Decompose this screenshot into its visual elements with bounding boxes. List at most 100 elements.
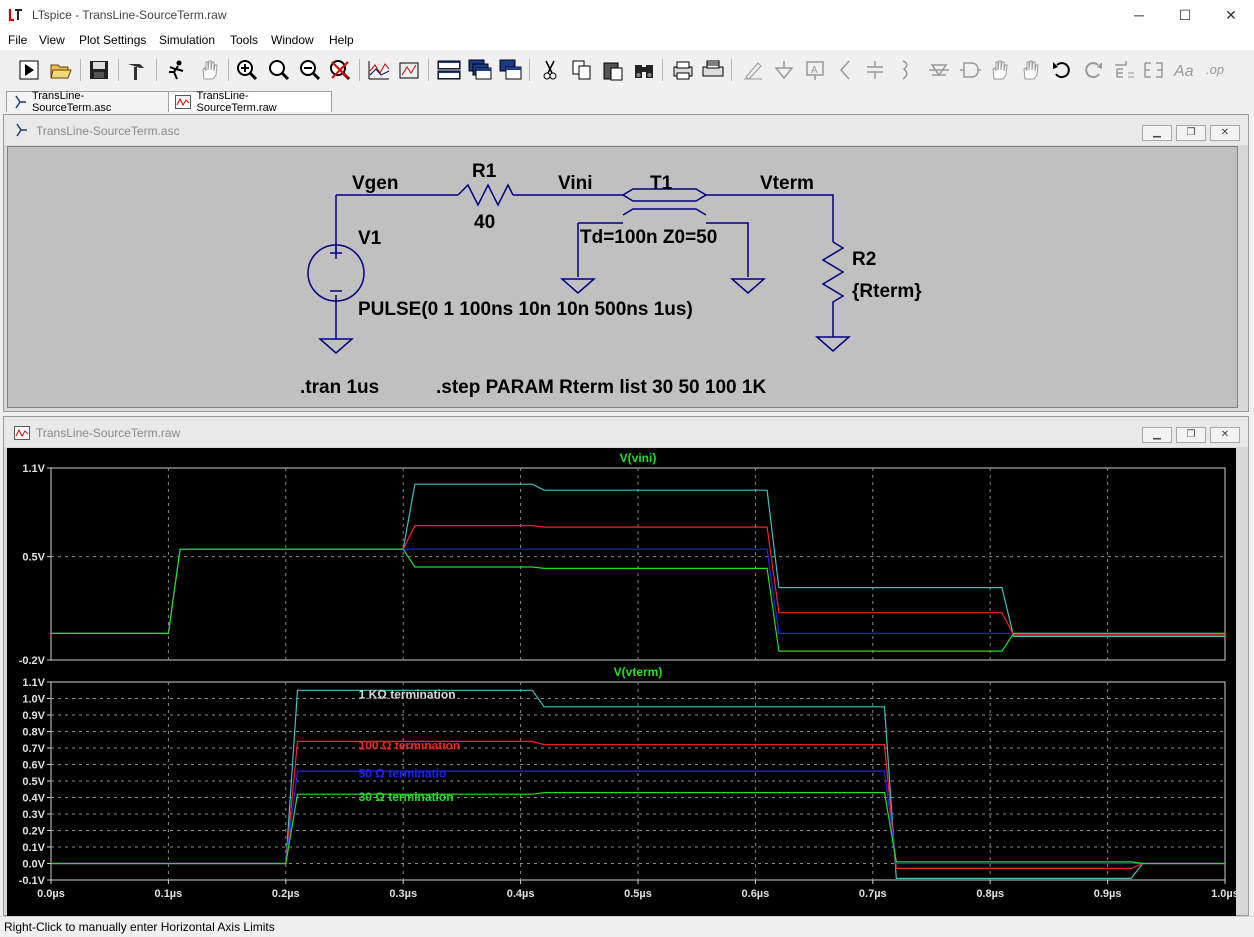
svg-text:.op: .op: [1206, 62, 1224, 77]
schematic-canvas[interactable]: Vgen R1 40 Vini T1 Vterm V1 Td=100n Z0=5…: [7, 146, 1238, 408]
t1-tline-shield: [622, 208, 707, 216]
tab-label: TransLine-SourceTerm.raw: [196, 90, 277, 114]
x-tick-label: 1.0µs: [1211, 888, 1236, 900]
y-tick-label: 0.2V: [22, 826, 45, 838]
toolbar-separator: [359, 59, 360, 81]
menu-simulation[interactable]: Simulation: [159, 33, 215, 47]
runner-icon[interactable]: [163, 57, 189, 83]
toolbar-separator: [80, 59, 81, 81]
waveform-plots[interactable]: 1.1V 0.5V -0.2V V(vini) 1.1V 1.0V 0.9V 0.8V 0.7V…: [7, 448, 1236, 916]
toolbar-separator: [118, 59, 119, 81]
close-button[interactable]: ✕: [1208, 0, 1254, 30]
move-hand-icon[interactable]: [987, 57, 1013, 83]
y-tick-label: 0.5V: [22, 552, 45, 564]
ground-icon[interactable]: [771, 57, 797, 83]
cut-icon[interactable]: [537, 57, 563, 83]
menu-window[interactable]: Window: [271, 33, 314, 47]
x-tick-label: 0.8µs: [976, 888, 1004, 900]
y-tick-label: 1.1V: [22, 677, 45, 689]
save-icon[interactable]: [86, 57, 112, 83]
component-icon[interactable]: [957, 57, 983, 83]
r1-resistor-symbol[interactable]: [457, 183, 514, 207]
t1-params: Td=100n Z0=50: [580, 227, 717, 248]
zoom-full-icon[interactable]: [266, 57, 292, 83]
mdi-close-button[interactable]: ✕: [1210, 125, 1240, 141]
y-tick-label: 0.1V: [22, 842, 45, 854]
menu-view[interactable]: View: [39, 33, 65, 47]
draft-probe-icon[interactable]: [397, 57, 423, 83]
y-tick-label: -0.2V: [19, 655, 46, 667]
schematic-window-title: TransLine-SourceTerm.asc: [36, 124, 180, 138]
menu-plot-settings[interactable]: Plot Settings: [79, 33, 146, 47]
inductor-icon[interactable]: [893, 57, 919, 83]
v1-label: V1: [358, 228, 382, 249]
net-label-vini: Vini: [558, 173, 593, 194]
waveform-window-title: TransLine-SourceTerm.raw: [36, 426, 181, 440]
x-tick-label: 0.9µs: [1094, 888, 1122, 900]
draw-wire-icon[interactable]: [740, 57, 766, 83]
capacitor-icon[interactable]: [862, 57, 888, 83]
mirror-icon[interactable]: [1141, 57, 1167, 83]
toolbar-separator: [731, 59, 732, 81]
toolbar-separator: [529, 59, 530, 81]
waveform-window-titlebar: TransLine-SourceTerm.raw ▁ ❐ ✕: [4, 417, 1248, 447]
y-tick-label: 0.5V: [22, 776, 45, 788]
open-folder-icon[interactable]: [48, 57, 74, 83]
y-tick-label: -0.1V: [19, 875, 46, 887]
toolbar: A Aa .op: [0, 51, 1254, 90]
label-net-icon[interactable]: A: [802, 57, 828, 83]
resistor-icon[interactable]: [832, 57, 858, 83]
menu-bar: File View Plot Settings Simulation Tools…: [0, 30, 1254, 50]
toolbar-separator: [662, 59, 663, 81]
tile-horizontal-icon[interactable]: [436, 57, 462, 83]
print-icon[interactable]: [700, 57, 726, 83]
zoom-in-icon[interactable]: [234, 57, 260, 83]
undo-icon[interactable]: [1049, 57, 1075, 83]
tab-schematic[interactable]: TransLine-SourceTerm.asc: [6, 90, 170, 114]
r1-label: R1: [472, 161, 497, 182]
text-icon[interactable]: Aa: [1172, 57, 1198, 83]
pan-hand-icon[interactable]: [196, 57, 222, 83]
schematic-window: TransLine-SourceTerm.asc ▁ ❐ ✕ Vgen R1 4…: [3, 114, 1249, 412]
drag-hand-icon[interactable]: [1018, 57, 1044, 83]
redo-icon[interactable]: [1080, 57, 1106, 83]
status-bar: Right-Click to manually enter Horizontal…: [0, 916, 1254, 937]
trace-title: V(vini): [620, 451, 657, 465]
tran-directive: .tran 1us: [300, 377, 379, 398]
hammer-icon[interactable]: [124, 57, 150, 83]
mdi-minimize-button[interactable]: ▁: [1142, 125, 1172, 141]
zoom-cancel-icon[interactable]: [327, 57, 353, 83]
diode-icon[interactable]: [926, 57, 952, 83]
copy-icon[interactable]: [569, 57, 595, 83]
maximize-button[interactable]: ☐: [1162, 0, 1208, 30]
find-binoculars-icon[interactable]: [631, 57, 657, 83]
ground-symbol: [815, 336, 851, 352]
minimize-button[interactable]: ─: [1116, 0, 1162, 30]
tile-vertical-icon[interactable]: [498, 57, 524, 83]
spice-directive-icon[interactable]: .op: [1204, 57, 1230, 83]
r2-resistor-symbol[interactable]: [821, 241, 845, 337]
waveform-plot-area[interactable]: 1.1V 0.5V -0.2V V(vini) 1.1V 1.0V 0.9V 0.8V 0.7V…: [7, 448, 1236, 916]
mdi-minimize-button[interactable]: ▁: [1142, 427, 1172, 443]
run-icon[interactable]: [16, 57, 42, 83]
menu-help[interactable]: Help: [329, 33, 354, 47]
document-tabs: TransLine-SourceTerm.asc TransLine-Sourc…: [0, 89, 1254, 114]
wire: [706, 194, 834, 242]
v1-pulse-value: PULSE(0 1 100ns 10n 10n 500ns 1us): [358, 299, 693, 320]
menu-tools[interactable]: Tools: [230, 33, 258, 47]
tab-waveform[interactable]: TransLine-SourceTerm.raw: [168, 90, 332, 114]
toolbar-separator: [428, 59, 429, 81]
v1-polarity: [330, 247, 342, 292]
zoom-out-icon[interactable]: [297, 57, 323, 83]
cascade-icon[interactable]: [467, 57, 493, 83]
autorange-icon[interactable]: [366, 57, 392, 83]
print-preview-icon[interactable]: [670, 57, 696, 83]
mdi-close-button[interactable]: ✕: [1210, 427, 1240, 443]
title-bar: LTspice - TransLine-SourceTerm.raw ─ ☐ ✕: [0, 0, 1254, 30]
paste-icon[interactable]: [600, 57, 626, 83]
toolbar-separator: [156, 59, 157, 81]
mdi-restore-button[interactable]: ❐: [1176, 427, 1206, 443]
menu-file[interactable]: File: [8, 33, 27, 47]
rotate-icon[interactable]: [1111, 57, 1137, 83]
mdi-restore-button[interactable]: ❐: [1176, 125, 1206, 141]
